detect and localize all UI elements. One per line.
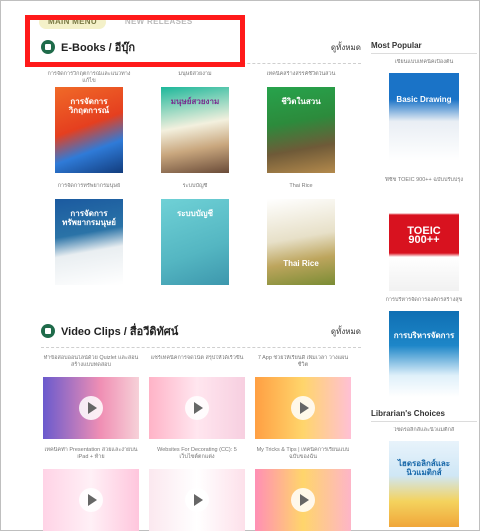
divider [371, 53, 477, 54]
book-item[interactable]: ระบบบัญชี ระบบบัญชี [149, 183, 241, 285]
book-caption: มนุษย์สวยงาม [178, 71, 212, 77]
video-item[interactable]: ทำข้อสอบออนไลน์ด้วย Quizlet และสอนสร้างแ… [43, 355, 139, 439]
video-icon [41, 324, 55, 338]
book-item[interactable]: เทคนิคสร้างสรรค์ชีวิตในสวน ชีวิตในสวน [255, 71, 347, 173]
play-icon[interactable] [291, 396, 315, 420]
video-caption: แชร์เทคนิคการจดโน้ต สรุปให้ได้เร็วขึ้น [150, 355, 244, 361]
book-caption: เทคนิคสร้างสรรค์ชีวิตในสวน [266, 71, 336, 77]
popular-cover[interactable]: การบริหารจัดการ [389, 311, 459, 397]
video-item[interactable]: แชร์เทคนิคการจดโน้ต สรุปให้ได้เร็วขึ้น [149, 355, 245, 439]
videos-header: Video Clips / สื่อวีดิทัศน์ ดูทั้งหมด [41, 321, 361, 341]
popular-item[interactable]: การบริหารจัดการองค์กรสร้างสุข การบริหารจ… [371, 297, 477, 397]
book-caption: Thai Rice [289, 183, 313, 189]
book-item[interactable]: การจัดการทรัพยากรมนุษย์ การจัดการทรัพยาก… [43, 183, 135, 285]
play-icon[interactable] [185, 396, 209, 420]
video-caption: Websites For Decorating (CC): 5 เว็บไซต์… [157, 447, 237, 460]
book-caption: การจัดการวิกฤตการณ์และแนวทางแก้ไข [47, 71, 131, 84]
book-cover[interactable]: Thai Rice [267, 199, 335, 285]
choice-cover-text: ไฮดรอลิกส์และนิวแมติกส์ [397, 459, 451, 477]
book-caption: ระบบบัญชี [182, 183, 208, 189]
book-item[interactable]: มนุษย์สวยงาม มนุษย์สวยงาม [149, 71, 241, 173]
video-caption: 7 App ช่วยให้เรียนดี เพิ่มเวลา วางแผนชีว… [257, 355, 349, 368]
popular-item[interactable]: ฟิชิช TOEIC 900++ ฉบับปรับปรุง TOEIC 900… [371, 177, 477, 291]
play-icon[interactable] [79, 396, 103, 420]
divider [371, 421, 477, 422]
play-icon[interactable] [79, 488, 103, 512]
librarians-choices-title: Librarian's Choices [371, 409, 445, 418]
video-caption: เทคนิคทำ Presentation สวยและง่ายบน iPad … [44, 447, 138, 460]
book-cover[interactable]: ชีวิตในสวน [267, 87, 335, 173]
book-cover[interactable]: การจัดการวิกฤตการณ์ [55, 87, 123, 173]
book-cover-text: ชีวิตในสวน [281, 97, 321, 106]
video-thumbnail[interactable] [255, 377, 351, 439]
book-cover[interactable]: การจัดการทรัพยากรมนุษย์ [55, 199, 123, 285]
choice-cover[interactable]: ไฮดรอลิกส์และนิวแมติกส์ [389, 441, 459, 527]
video-caption: ทำข้อสอบออนไลน์ด้วย Quizlet และสอนสร้างแ… [43, 355, 139, 368]
popular-caption: เขียนแบบเทคนิคเบื้องต้น [394, 59, 454, 65]
video-item[interactable]: Websites For Decorating (CC): 5 เว็บไซต์… [149, 447, 245, 531]
play-icon[interactable] [291, 488, 315, 512]
sidebar: Most Popular เขียนแบบเทคนิคเบื้องต้น Bas… [371, 7, 480, 531]
most-popular-title: Most Popular [371, 41, 422, 50]
divider [41, 347, 361, 348]
book-cover[interactable]: ระบบบัญชี [161, 199, 229, 285]
book-caption: การจัดการทรัพยากรมนุษย์ [57, 183, 121, 189]
popular-cover-text: TOEIC 900++ [407, 225, 441, 246]
video-caption: My Tricks & Tips | เทคนิคการเรียนแบบฉบับ… [256, 447, 350, 460]
video-thumbnail[interactable] [255, 469, 351, 531]
page-frame: MAIN MENU NEW RELEASES E-Books / อีบุ๊ก … [0, 0, 480, 531]
choice-item[interactable]: ไซดรอลิกส์และนิวแมติกส์ ไฮดรอลิกส์และนิว… [371, 427, 477, 527]
book-cover-text: การจัดการวิกฤตการณ์ [68, 97, 110, 115]
highlight-box [25, 15, 245, 67]
choice-caption: ไซดรอลิกส์และนิวแมติกส์ [393, 427, 455, 433]
popular-caption: การบริหารจัดการองค์กรสร้างสุข [385, 297, 463, 303]
book-cover[interactable]: มนุษย์สวยงาม [161, 87, 229, 173]
book-item[interactable]: การจัดการวิกฤตการณ์และแนวทางแก้ไข การจัด… [43, 71, 135, 173]
video-item[interactable]: 7 App ช่วยให้เรียนดี เพิ่มเวลา วางแผนชีว… [255, 355, 351, 439]
video-thumbnail[interactable] [149, 469, 245, 531]
popular-caption: ฟิชิช TOEIC 900++ ฉบับปรับปรุง [384, 177, 464, 183]
book-item[interactable]: Thai Rice Thai Rice [255, 183, 347, 285]
popular-cover-text: Basic Drawing [396, 95, 452, 104]
video-thumbnail[interactable] [149, 377, 245, 439]
video-thumbnail[interactable] [43, 377, 139, 439]
main-content: MAIN MENU NEW RELEASES E-Books / อีบุ๊ก … [33, 7, 363, 531]
book-cover-text: Thai Rice [283, 259, 319, 268]
videos-view-all-link[interactable]: ดูทั้งหมด [331, 325, 361, 338]
book-cover-text: มนุษย์สวยงาม [170, 97, 220, 106]
video-item[interactable]: My Tricks & Tips | เทคนิคการเรียนแบบฉบับ… [255, 447, 351, 531]
videos-title: Video Clips / สื่อวีดิทัศน์ [61, 326, 179, 338]
video-item[interactable]: เทคนิคทำ Presentation สวยและง่ายบน iPad … [43, 447, 139, 531]
ebooks-view-all-link[interactable]: ดูทั้งหมด [331, 41, 361, 54]
popular-cover[interactable]: TOEIC 900++ [389, 191, 459, 291]
book-cover-text: ระบบบัญชี [176, 209, 214, 218]
popular-item[interactable]: เขียนแบบเทคนิคเบื้องต้น Basic Drawing [371, 59, 477, 161]
play-icon[interactable] [185, 488, 209, 512]
popular-cover[interactable]: Basic Drawing [389, 73, 459, 161]
video-thumbnail[interactable] [43, 469, 139, 531]
popular-cover-text: การบริหารจัดการ [393, 331, 455, 340]
book-cover-text: การจัดการทรัพยากรมนุษย์ [62, 209, 116, 227]
